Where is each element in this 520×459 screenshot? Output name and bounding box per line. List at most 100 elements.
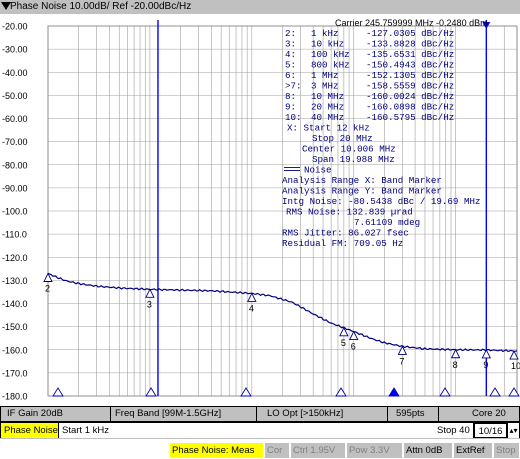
- y-tick-label: -20.00: [2, 22, 28, 32]
- mode-indicator[interactable]: Phase Noise: [1, 423, 58, 438]
- marker-3-label: 3: [147, 299, 152, 309]
- phase-noise-plot[interactable]: -20.00 -30.00 -40.00 -50.00 -60.00 -70.00 -80.…: [0, 14, 520, 406]
- marker-table-id: 9:: [285, 102, 296, 113]
- axis-marker-icon: [145, 387, 157, 397]
- plot-canvas: -20.00 -30.00 -40.00 -50.00 -60.00 -70.00 -80.…: [2, 18, 520, 402]
- marker-table-value: -150.4943 dBc/Hz: [366, 60, 454, 71]
- noise-line: Intg Noise: -80.5438 dBc / 19.69 MHz: [282, 196, 480, 207]
- marker-8-label: 8: [453, 360, 458, 370]
- axis-marker-icon: [52, 387, 64, 397]
- axis-marker-icon: [388, 387, 400, 397]
- marker-6-label: 6: [351, 342, 356, 352]
- axis-marker-icon: [439, 387, 451, 397]
- marker-table-freq: 800 kHz: [311, 60, 350, 71]
- marker-5-label: 5: [341, 338, 346, 348]
- stop-freq[interactable]: Stop 40 MHz: [437, 423, 492, 438]
- marker-table-id: 6:: [285, 70, 296, 81]
- start-freq[interactable]: Start 1 kHz: [59, 423, 437, 438]
- y-tick-label: -50.00: [2, 91, 28, 101]
- marker-4-label: 4: [249, 303, 254, 313]
- title-bar: Phase Noise 10.00dB/ Ref -20.00dBc/Hz: [0, 0, 520, 14]
- y-tick-label: -80.00: [2, 160, 28, 170]
- y-tick-label: -30.00: [2, 45, 28, 55]
- meas-status[interactable]: Phase Noise: Meas: [170, 443, 263, 458]
- marker-table-freq: 40 MHz: [311, 112, 344, 123]
- marker-table-id: 5:: [285, 60, 296, 71]
- marker-table-freq: 1 kHz: [311, 28, 339, 39]
- noise-line: Analysis Range X: Band Marker: [282, 175, 442, 186]
- axis-marker-icon: [335, 387, 347, 397]
- y-tick-label: -180.0: [2, 392, 28, 402]
- x-info-line: Span 19.988 MHz: [312, 154, 395, 165]
- marker-table-value: -133.8828 dBc/Hz: [366, 39, 454, 50]
- y-tick-label: -70.00: [2, 137, 28, 147]
- marker-table-freq: 20 MHz: [311, 102, 344, 113]
- y-tick-label: -90.00: [2, 183, 28, 193]
- marker-table-id: 4:: [285, 49, 296, 60]
- y-tick-label: -140.0: [2, 299, 28, 309]
- x-info-line: Center 10.006 MHz: [302, 144, 396, 155]
- marker-7-label: 7: [399, 356, 404, 366]
- bottom-bar: Phase Noise: Meas Cor Ctrl 1.95V Pow 3.3…: [0, 439, 520, 459]
- pow-status[interactable]: Pow 3.3V: [347, 443, 402, 458]
- axis-marker-icon: [489, 387, 501, 397]
- marker-table-id: 3:: [285, 39, 296, 50]
- marker-table-value: -158.5559 dBc/Hz: [366, 81, 454, 92]
- axis-marker-icon: [240, 387, 252, 397]
- ctrl-status[interactable]: Ctrl 1.95V: [291, 443, 345, 458]
- marker-8-icon: [450, 348, 461, 359]
- marker-10-label: 10: [511, 361, 520, 371]
- marker-table-value: -135.6531 dBc/Hz: [366, 49, 454, 60]
- extref-status[interactable]: ExtRef: [454, 443, 492, 458]
- freq-band-status[interactable]: Freq Band [99M-1.5GHz]: [111, 407, 256, 421]
- marker-2-label: 2: [45, 284, 50, 294]
- page-indicator[interactable]: 10/16: [474, 423, 507, 438]
- y-tick-label: -40.00: [2, 68, 28, 78]
- y-tick-label: -120.0: [2, 253, 28, 263]
- noise-line: 7.61109 mdeg: [354, 217, 420, 228]
- marker-table-value: -127.0305 dBc/Hz: [366, 28, 454, 39]
- analyzer-window: Phase Noise 10.00dB/ Ref -20.00dBc/Hz -2…: [0, 0, 520, 459]
- marker-table-value: -160.0024 dBc/Hz: [366, 91, 454, 102]
- noise-line: Residual FM: 709.05 Hz: [282, 238, 403, 249]
- y-tick-label: -170.0: [2, 368, 28, 378]
- x-info-line: X: Start 12 kHz: [287, 123, 370, 134]
- marker-table-freq: 100 kHz: [311, 49, 350, 60]
- y-tick-label: -130.0: [2, 276, 28, 286]
- stop-status[interactable]: Stop: [494, 443, 519, 458]
- marker-table-freq: 3 MHz: [311, 81, 339, 92]
- marker-9-label: 9: [483, 360, 488, 370]
- noise-header: Noise: [304, 165, 332, 176]
- noise-line: RMS Jitter: 86.027 fsec: [282, 228, 409, 239]
- marker-table-id: 8:: [285, 91, 296, 102]
- noise-line: RMS Noise: 132.839 µrad: [286, 207, 413, 218]
- page-spin-icon[interactable]: ▴▾: [508, 423, 519, 438]
- marker-table-id: >7:: [285, 81, 302, 92]
- points-status[interactable]: 595pts: [388, 407, 438, 421]
- noise-line: Analysis Range Y: Band Marker: [282, 186, 442, 197]
- axis-marker-icon: [508, 387, 520, 397]
- y-tick-label: -100.0: [2, 207, 28, 217]
- marker-9-icon: [481, 348, 492, 359]
- y-tick-label: -160.0: [2, 345, 28, 355]
- if-gain-status[interactable]: IF Gain 20dB: [1, 407, 110, 421]
- y-tick-label: -110.0: [2, 230, 27, 240]
- marker-table-id: 10:: [285, 112, 302, 123]
- y-tick-label: -60.00: [2, 114, 28, 124]
- attn-status[interactable]: Attn 0dB: [404, 443, 452, 458]
- marker-table-freq: 1 MHz: [311, 70, 339, 81]
- marker-table-freq: 10 MHz: [311, 91, 344, 102]
- sweep-bar: Phase Noise Start 1 kHz Stop 40 MHz 10/1…: [0, 422, 520, 438]
- cor-status[interactable]: Cor: [265, 443, 289, 458]
- lo-opt-status[interactable]: LO Opt [>150kHz]: [257, 407, 387, 421]
- marker-table-freq: 10 kHz: [311, 39, 344, 50]
- window-title: Phase Noise 10.00dB/ Ref -20.00dBc/Hz: [10, 1, 192, 12]
- x-info-line: Stop 20 MHz: [312, 133, 373, 144]
- marker-table-value: -160.5795 dBc/Hz: [366, 112, 454, 123]
- core-status[interactable]: Core 20: [439, 407, 519, 421]
- marker-table-value: -152.1305 dBc/Hz: [366, 70, 454, 81]
- status-bar: IF Gain 20dB Freq Band [99M-1.5GHz] LO O…: [0, 406, 520, 422]
- carrier-readout: Carrier 245.759999 MHz -0.2480 dBm: [335, 18, 488, 28]
- marker-3-icon: [145, 288, 155, 298]
- marker-table-id: 2:: [285, 28, 296, 39]
